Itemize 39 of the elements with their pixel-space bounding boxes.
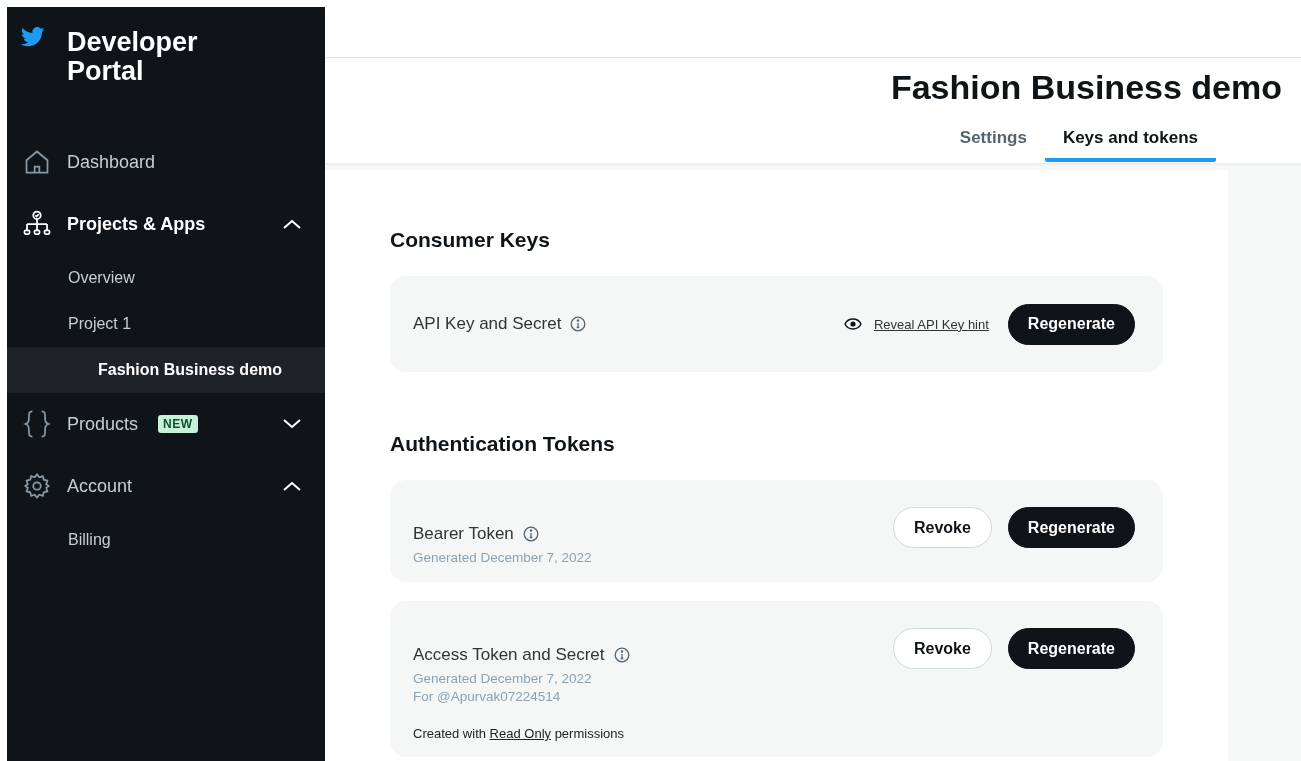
- nav-subitem[interactable]: Billing: [7, 517, 325, 563]
- chevron-up-icon[interactable]: [283, 219, 301, 229]
- portal-title: Developer Portal: [67, 28, 199, 88]
- info-icon: [570, 316, 587, 332]
- token-detail: Generated December 7, 2022: [413, 671, 593, 687]
- regenerate-button[interactable]: Regenerate: [1007, 628, 1135, 669]
- app-title: Fashion Business demo: [890, 67, 1282, 107]
- eye-icon[interactable]: [843, 318, 862, 330]
- info-icon: [522, 526, 539, 542]
- nav-subitem[interactable]: Project 1: [7, 301, 325, 347]
- token-title: Bearer Token: [413, 524, 514, 544]
- token-detail: Generated December 7, 2022: [413, 550, 592, 566]
- revoke-button[interactable]: Revoke: [892, 628, 992, 669]
- token-title: API Key and Secret: [413, 314, 562, 334]
- regenerate-button[interactable]: Regenerate: [1007, 507, 1135, 548]
- regenerate-button[interactable]: Regenerate: [1007, 303, 1135, 345]
- nav-item[interactable]: Products NEW: [7, 393, 325, 455]
- gear-icon: [23, 472, 51, 500]
- chevron-up-icon[interactable]: [283, 481, 301, 491]
- permissions-link[interactable]: Read Only: [489, 726, 551, 741]
- tab[interactable]: Settings: [941, 117, 1045, 162]
- nav-item[interactable]: Projects & Apps: [7, 193, 325, 255]
- section-heading: Consumer Keys: [390, 228, 551, 252]
- nav-item[interactable]: Account: [7, 455, 325, 517]
- revoke-button[interactable]: Revoke: [892, 507, 992, 548]
- chevron-down-icon[interactable]: [283, 419, 301, 429]
- braces-icon: [23, 409, 51, 439]
- home-icon: [23, 148, 51, 176]
- token-detail: For @Apurvak07224514: [413, 689, 562, 705]
- token-title: Access Token and Secret: [413, 645, 605, 665]
- nav-item[interactable]: Dashboard: [7, 131, 325, 193]
- reveal-link[interactable]: Reveal API Key hint: [873, 316, 989, 332]
- permissions-note: Created with Read Only permissions: [413, 726, 625, 741]
- section-heading: Authentication Tokens: [390, 432, 616, 456]
- nav-subitem[interactable]: Fashion Business demo: [7, 347, 325, 393]
- info-icon: [613, 647, 630, 663]
- bird-logo-icon: [21, 27, 45, 47]
- nav-subitem[interactable]: Overview: [7, 255, 325, 301]
- new-badge: NEW: [158, 415, 198, 433]
